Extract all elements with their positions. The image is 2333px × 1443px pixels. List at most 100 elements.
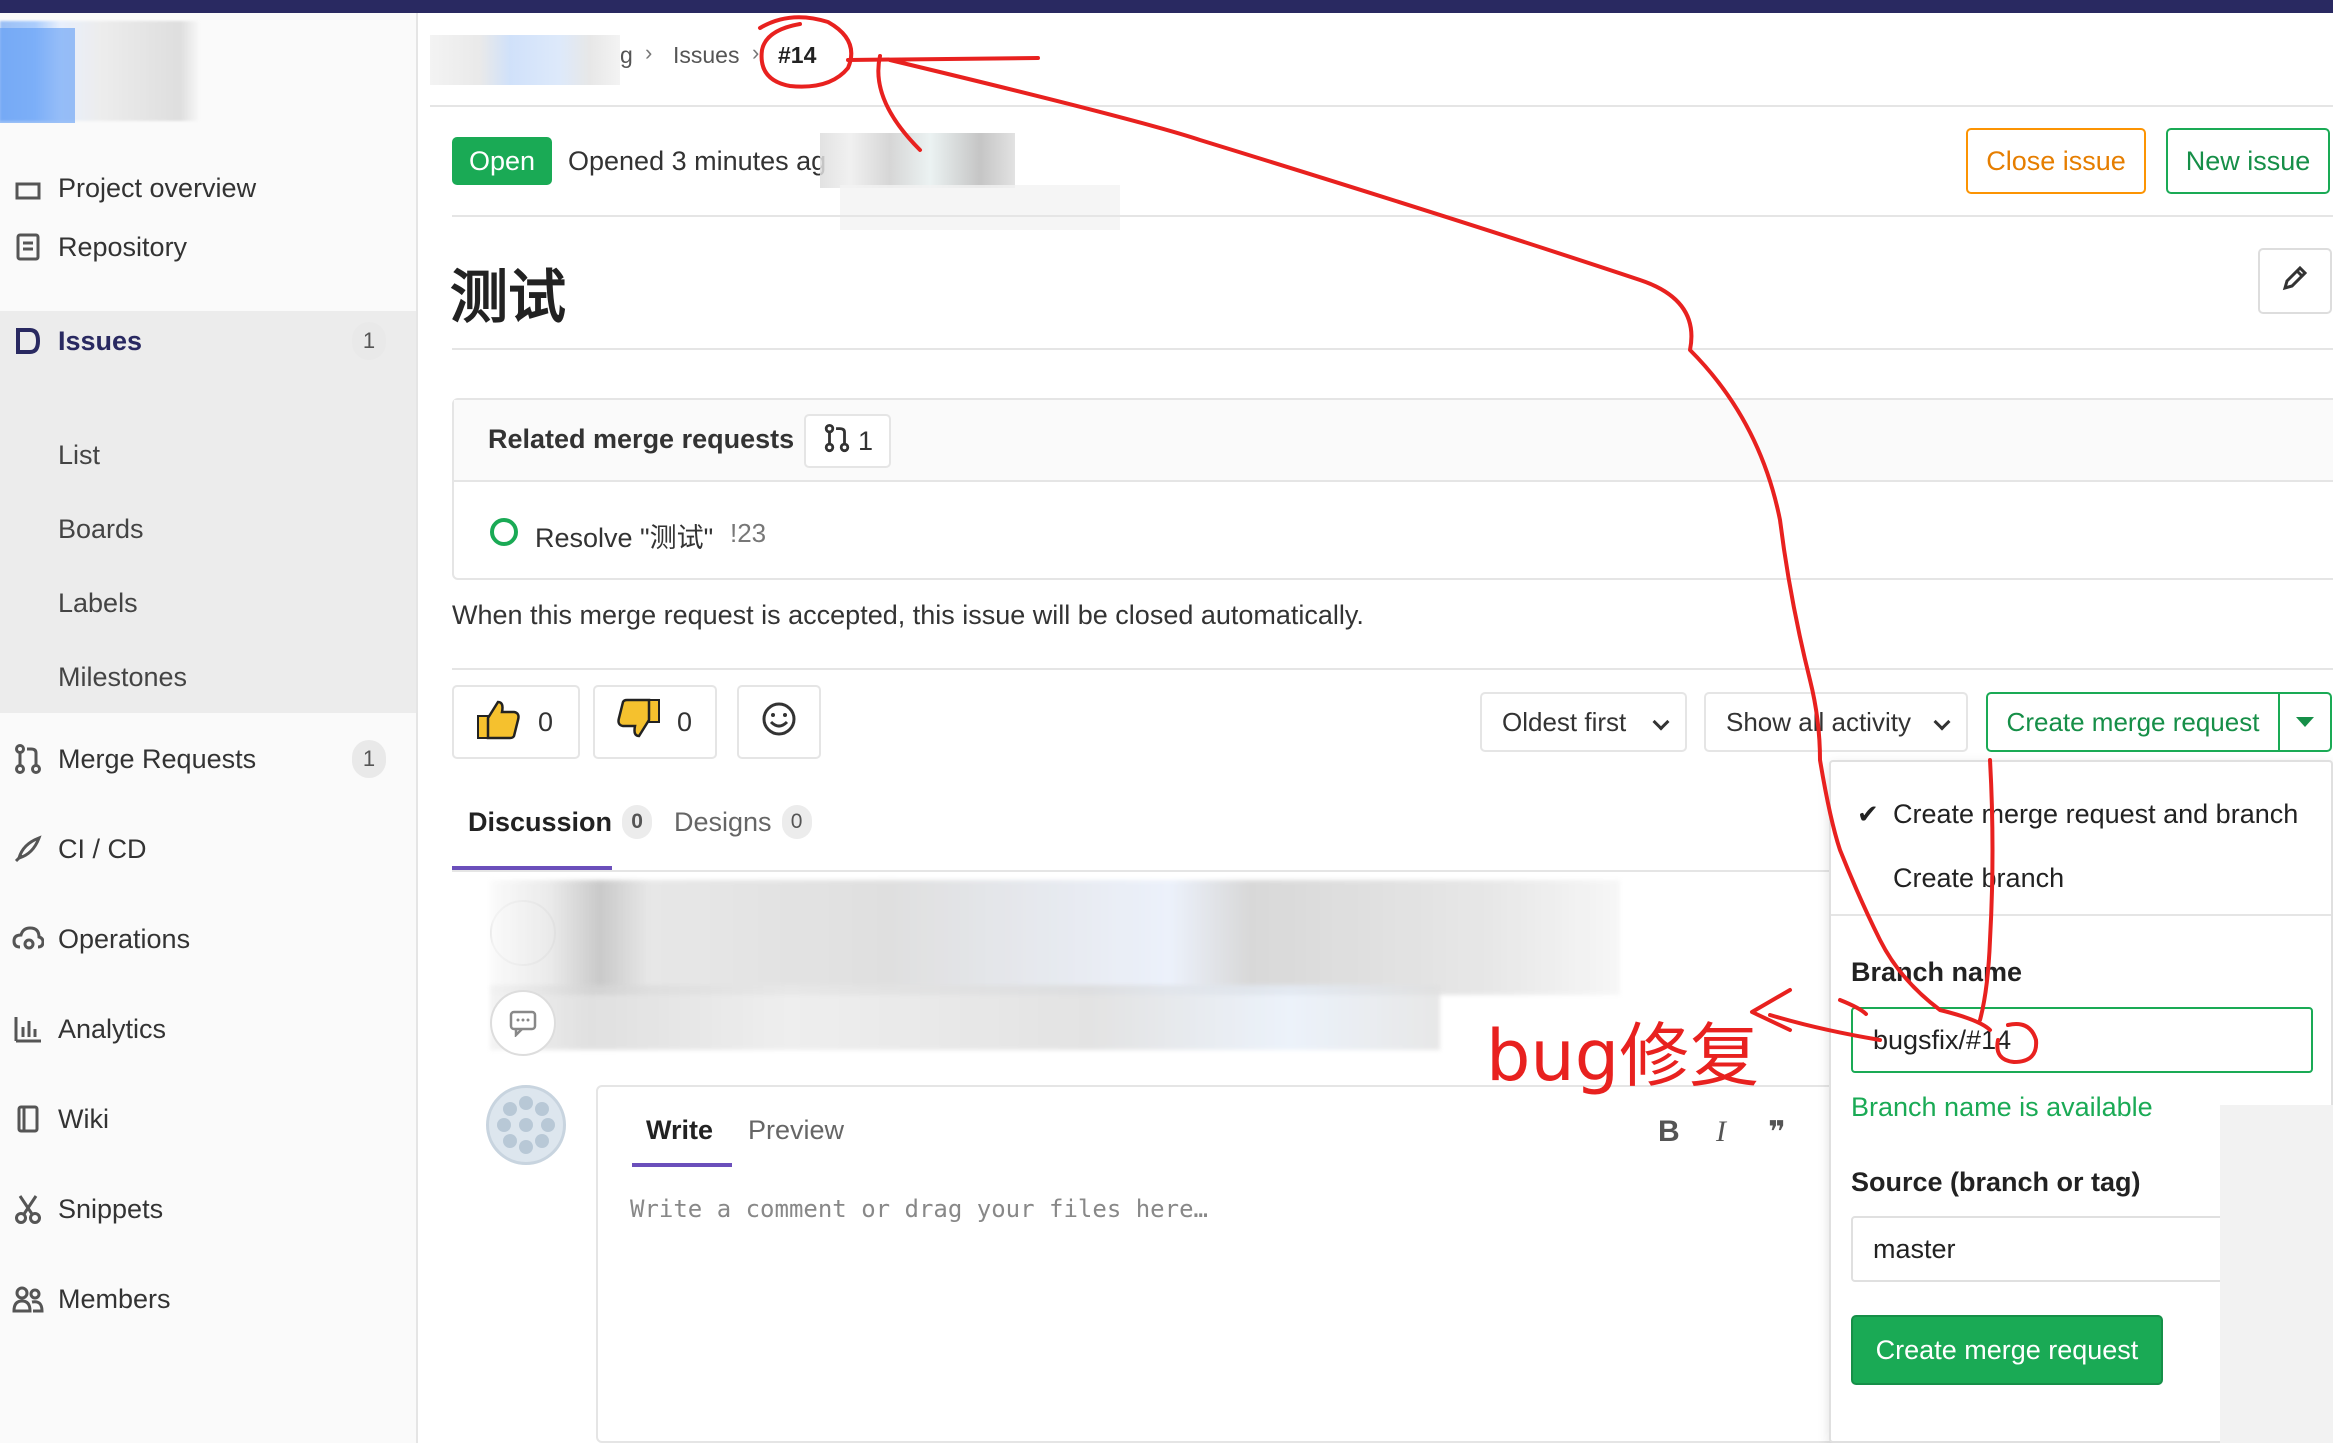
book-icon xyxy=(12,1103,44,1135)
branch-available-message: Branch name is available xyxy=(1851,1092,2153,1122)
branch-name-label: Branch name xyxy=(1851,957,2023,987)
thumbs-up-award-button[interactable]: 0 xyxy=(452,685,580,759)
active-editor-tab-indicator xyxy=(632,1163,732,1167)
thumbs-down-award-button[interactable]: 0 xyxy=(593,685,717,759)
check-icon: ✔ xyxy=(1857,798,1879,829)
project-logo-blurred xyxy=(0,28,75,123)
related-merge-requests-count: 1 xyxy=(804,414,891,468)
bold-button[interactable]: B xyxy=(1658,1115,1680,1149)
comment-icon xyxy=(490,990,556,1056)
rocket-icon xyxy=(12,833,44,865)
chart-icon xyxy=(12,1013,44,1045)
create-merge-request-toggle[interactable] xyxy=(2278,694,2330,750)
chevron-down-icon xyxy=(1933,713,1951,731)
background-region xyxy=(2220,1105,2333,1443)
sidebar-item-label: CI / CD xyxy=(58,833,147,864)
cloud-gear-icon xyxy=(12,923,44,955)
home-icon xyxy=(12,172,44,204)
sort-label: Oldest first xyxy=(1502,706,1627,737)
issues-icon xyxy=(12,325,44,357)
thumbs-up-count: 0 xyxy=(538,706,554,737)
new-issue-button[interactable]: New issue xyxy=(2166,128,2330,194)
users-icon xyxy=(12,1283,44,1315)
close-issue-button[interactable]: Close issue xyxy=(1966,128,2146,194)
edit-title-button[interactable] xyxy=(2258,248,2332,314)
sidebar-subitem-boards[interactable]: Boards xyxy=(58,514,144,545)
merge-request-icon xyxy=(12,743,44,775)
sidebar-subitem-milestones[interactable]: Milestones xyxy=(58,662,187,693)
sort-dropdown[interactable]: Oldest first xyxy=(1480,692,1687,752)
chevron-right-icon: › xyxy=(752,40,760,65)
tab-label: Discussion xyxy=(468,806,613,837)
create-merge-request-submit-button[interactable]: Create merge request xyxy=(1851,1315,2163,1385)
issues-count-badge: 1 xyxy=(352,322,386,360)
scissors-icon xyxy=(12,1193,44,1225)
auto-close-notice: When this merge request is accepted, thi… xyxy=(452,600,1364,630)
related-merge-requests-card: Related merge requests 1 Resolve "测试" !2… xyxy=(452,398,2333,580)
sidebar-item-merge-requests[interactable]: Merge Requests 1 xyxy=(0,719,418,799)
activity-blurred xyxy=(490,985,1440,1050)
activity-blurred xyxy=(490,880,1620,995)
annotation-arrow-line xyxy=(846,56,1040,62)
sidebar-item-wiki[interactable]: Wiki xyxy=(0,1079,418,1159)
sidebar-item-label: Project overview xyxy=(58,172,257,203)
add-reaction-button[interactable] xyxy=(737,685,821,759)
tab-label: Designs xyxy=(674,806,772,837)
sidebar-item-analytics[interactable]: Analytics xyxy=(0,989,418,1069)
tab-preview[interactable]: Preview xyxy=(748,1115,844,1146)
annotation-label: bug修复 xyxy=(1486,1015,1760,1097)
divider xyxy=(430,105,2333,107)
sidebar-item-label: Members xyxy=(58,1283,171,1314)
breadcrumb-project[interactable]: g xyxy=(620,42,633,69)
avatar xyxy=(486,1085,566,1165)
top-navbar xyxy=(0,0,2333,13)
chevron-right-icon: › xyxy=(645,40,653,65)
related-count-value: 1 xyxy=(857,425,874,456)
divider xyxy=(1831,914,2331,916)
divider xyxy=(452,348,2333,350)
option-create-mr-and-branch[interactable]: ✔ Create merge request and branch xyxy=(1831,784,2331,844)
source-branch-label: Source (branch or tag) xyxy=(1851,1167,2141,1197)
divider xyxy=(452,215,2333,217)
breadcrumb-blurred xyxy=(430,35,620,85)
sidebar-item-label: Merge Requests xyxy=(58,743,257,774)
tab-write[interactable]: Write xyxy=(646,1115,713,1146)
sidebar-item-issues[interactable]: Issues 1 xyxy=(0,301,418,381)
issue-title: 测试 xyxy=(450,265,567,330)
doc-icon xyxy=(12,231,44,263)
breadcrumb-current[interactable]: #14 xyxy=(778,42,816,69)
option-label: Create branch xyxy=(1893,862,2065,893)
sidebar-item-label: Issues xyxy=(58,325,143,356)
status-badge: Open xyxy=(452,137,552,185)
thumbs-up-icon xyxy=(476,698,522,747)
opened-timestamp: Opened 3 minutes ag xyxy=(568,146,827,176)
create-merge-request-button[interactable]: Create merge request xyxy=(1988,694,2278,750)
sidebar-item-members[interactable]: Members xyxy=(0,1259,418,1339)
comment-input[interactable]: Write a comment or drag your files here… xyxy=(630,1195,1208,1223)
breadcrumb-issues[interactable]: Issues xyxy=(673,42,739,69)
sidebar-item-label: Analytics xyxy=(58,1013,167,1044)
option-create-branch[interactable]: Create branch xyxy=(1831,848,2331,908)
branch-name-input[interactable]: bugsfix/#14 xyxy=(1851,1007,2313,1073)
caret-down-icon xyxy=(2296,717,2314,727)
tab-discussion[interactable]: Discussion 0 xyxy=(468,805,653,839)
smiley-icon xyxy=(761,701,797,744)
related-mr-reference: !23 xyxy=(730,518,767,548)
sidebar-item-snippets[interactable]: Snippets xyxy=(0,1169,418,1249)
sidebar-item-ci-cd[interactable]: CI / CD xyxy=(0,809,418,889)
quote-button[interactable]: ❞ xyxy=(1768,1115,1786,1150)
italic-button[interactable]: I xyxy=(1716,1115,1726,1149)
sidebar-item-label: Snippets xyxy=(58,1193,164,1224)
sidebar-item-repository[interactable]: Repository xyxy=(0,207,418,287)
blur-region xyxy=(840,185,1120,230)
divider xyxy=(452,870,1832,872)
sidebar-subitem-list[interactable]: List xyxy=(58,440,100,471)
mr-status-open-icon xyxy=(490,518,518,546)
related-mr-title[interactable]: Resolve "测试" xyxy=(535,516,713,555)
tab-designs[interactable]: Designs 0 xyxy=(674,805,812,839)
sidebar-item-operations[interactable]: Operations xyxy=(0,899,418,979)
option-label: Create merge request and branch xyxy=(1893,798,2299,829)
sidebar-item-label: Repository xyxy=(58,231,188,262)
sidebar-subitem-labels[interactable]: Labels xyxy=(58,588,138,619)
activity-filter-dropdown[interactable]: Show all activity xyxy=(1704,692,1968,752)
